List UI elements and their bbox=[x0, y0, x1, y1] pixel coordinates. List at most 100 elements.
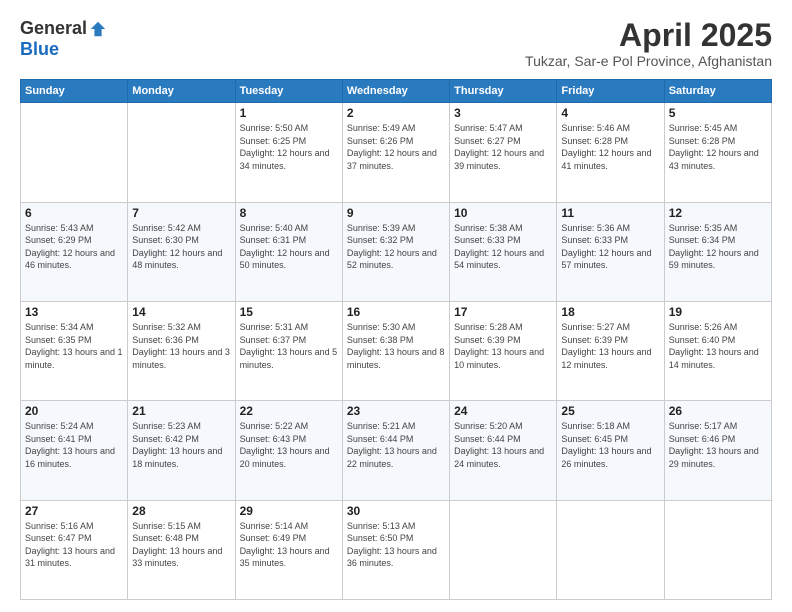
day-cell: 17 Sunrise: 5:28 AM Sunset: 6:39 PM Dayli… bbox=[450, 301, 557, 400]
day-cell: 30 Sunrise: 5:13 AM Sunset: 6:50 PM Dayli… bbox=[342, 500, 449, 599]
day-cell: 5 Sunrise: 5:45 AM Sunset: 6:28 PM Daylig… bbox=[664, 103, 771, 202]
day-cell: 10 Sunrise: 5:38 AM Sunset: 6:33 PM Dayli… bbox=[450, 202, 557, 301]
day-number: 1 bbox=[240, 106, 338, 120]
day-cell: 14 Sunrise: 5:32 AM Sunset: 6:36 PM Dayli… bbox=[128, 301, 235, 400]
day-number: 10 bbox=[454, 206, 552, 220]
day-info: Sunrise: 5:46 AM Sunset: 6:28 PM Dayligh… bbox=[561, 122, 659, 172]
day-info: Sunrise: 5:50 AM Sunset: 6:25 PM Dayligh… bbox=[240, 122, 338, 172]
day-number: 16 bbox=[347, 305, 445, 319]
day-info: Sunrise: 5:45 AM Sunset: 6:28 PM Dayligh… bbox=[669, 122, 767, 172]
day-info: Sunrise: 5:49 AM Sunset: 6:26 PM Dayligh… bbox=[347, 122, 445, 172]
day-cell: 2 Sunrise: 5:49 AM Sunset: 6:26 PM Daylig… bbox=[342, 103, 449, 202]
day-info: Sunrise: 5:38 AM Sunset: 6:33 PM Dayligh… bbox=[454, 222, 552, 272]
day-number: 26 bbox=[669, 404, 767, 418]
day-cell: 24 Sunrise: 5:20 AM Sunset: 6:44 PM Dayli… bbox=[450, 401, 557, 500]
day-number: 7 bbox=[132, 206, 230, 220]
day-cell: 25Sunrise: 5:18 AM Sunset: 6:45 PM Dayli… bbox=[557, 401, 664, 500]
day-number: 11 bbox=[561, 206, 659, 220]
day-number: 29 bbox=[240, 504, 338, 518]
day-cell bbox=[128, 103, 235, 202]
header-cell-thursday: Thursday bbox=[450, 80, 557, 103]
day-info: Sunrise: 5:27 AM Sunset: 6:39 PM Dayligh… bbox=[561, 321, 659, 371]
page: General Blue April 2025 Tukzar, Sar-e Po… bbox=[0, 0, 792, 612]
day-info: Sunrise: 5:21 AM Sunset: 6:44 PM Dayligh… bbox=[347, 420, 445, 470]
logo-icon bbox=[89, 20, 107, 38]
day-cell: 18 Sunrise: 5:27 AM Sunset: 6:39 PM Dayli… bbox=[557, 301, 664, 400]
day-number: 18 bbox=[561, 305, 659, 319]
day-info: Sunrise: 5:30 AM Sunset: 6:38 PM Dayligh… bbox=[347, 321, 445, 371]
day-info: Sunrise: 5:36 AM Sunset: 6:33 PM Dayligh… bbox=[561, 222, 659, 272]
day-info: Sunrise: 5:31 AM Sunset: 6:37 PM Dayligh… bbox=[240, 321, 338, 371]
day-number: 15 bbox=[240, 305, 338, 319]
day-cell: 27 Sunrise: 5:16 AM Sunset: 6:47 PM Dayli… bbox=[21, 500, 128, 599]
header-cell-saturday: Saturday bbox=[664, 80, 771, 103]
location-title: Tukzar, Sar-e Pol Province, Afghanistan bbox=[525, 53, 772, 69]
day-number: 3 bbox=[454, 106, 552, 120]
header-cell-friday: Friday bbox=[557, 80, 664, 103]
header-row: SundayMondayTuesdayWednesdayThursdayFrid… bbox=[21, 80, 772, 103]
day-info: Sunrise: 5:34 AM Sunset: 6:35 PM Dayligh… bbox=[25, 321, 123, 371]
day-cell: 4 Sunrise: 5:46 AM Sunset: 6:28 PM Daylig… bbox=[557, 103, 664, 202]
day-cell bbox=[21, 103, 128, 202]
logo: General Blue bbox=[20, 18, 107, 60]
day-cell: 3 Sunrise: 5:47 AM Sunset: 6:27 PM Daylig… bbox=[450, 103, 557, 202]
day-cell: 9Sunrise: 5:39 AM Sunset: 6:32 PM Daylig… bbox=[342, 202, 449, 301]
day-number: 30 bbox=[347, 504, 445, 518]
day-number: 17 bbox=[454, 305, 552, 319]
day-info: Sunrise: 5:26 AM Sunset: 6:40 PM Dayligh… bbox=[669, 321, 767, 371]
header-cell-monday: Monday bbox=[128, 80, 235, 103]
week-row-2: 6Sunrise: 5:43 AM Sunset: 6:29 PM Daylig… bbox=[21, 202, 772, 301]
day-cell: 22 Sunrise: 5:22 AM Sunset: 6:43 PM Dayli… bbox=[235, 401, 342, 500]
day-info: Sunrise: 5:16 AM Sunset: 6:47 PM Dayligh… bbox=[25, 520, 123, 570]
day-number: 24 bbox=[454, 404, 552, 418]
day-info: Sunrise: 5:40 AM Sunset: 6:31 PM Dayligh… bbox=[240, 222, 338, 272]
day-cell: 26 Sunrise: 5:17 AM Sunset: 6:46 PM Dayli… bbox=[664, 401, 771, 500]
day-info: Sunrise: 5:18 AM Sunset: 6:45 PM Dayligh… bbox=[561, 420, 659, 470]
day-cell: 7Sunrise: 5:42 AM Sunset: 6:30 PM Daylig… bbox=[128, 202, 235, 301]
day-info: Sunrise: 5:28 AM Sunset: 6:39 PM Dayligh… bbox=[454, 321, 552, 371]
day-cell: 16 Sunrise: 5:30 AM Sunset: 6:38 PM Dayli… bbox=[342, 301, 449, 400]
header-cell-wednesday: Wednesday bbox=[342, 80, 449, 103]
day-cell: 11 Sunrise: 5:36 AM Sunset: 6:33 PM Dayli… bbox=[557, 202, 664, 301]
day-cell: 23 Sunrise: 5:21 AM Sunset: 6:44 PM Dayli… bbox=[342, 401, 449, 500]
day-info: Sunrise: 5:47 AM Sunset: 6:27 PM Dayligh… bbox=[454, 122, 552, 172]
day-cell: 1 Sunrise: 5:50 AM Sunset: 6:25 PM Daylig… bbox=[235, 103, 342, 202]
day-number: 19 bbox=[669, 305, 767, 319]
logo-general-text: General bbox=[20, 18, 87, 39]
header-cell-tuesday: Tuesday bbox=[235, 80, 342, 103]
day-info: Sunrise: 5:43 AM Sunset: 6:29 PM Dayligh… bbox=[25, 222, 123, 272]
day-info: Sunrise: 5:32 AM Sunset: 6:36 PM Dayligh… bbox=[132, 321, 230, 371]
day-cell bbox=[450, 500, 557, 599]
day-number: 27 bbox=[25, 504, 123, 518]
day-info: Sunrise: 5:17 AM Sunset: 6:46 PM Dayligh… bbox=[669, 420, 767, 470]
day-info: Sunrise: 5:35 AM Sunset: 6:34 PM Dayligh… bbox=[669, 222, 767, 272]
week-row-1: 1 Sunrise: 5:50 AM Sunset: 6:25 PM Daylig… bbox=[21, 103, 772, 202]
day-info: Sunrise: 5:20 AM Sunset: 6:44 PM Dayligh… bbox=[454, 420, 552, 470]
header-cell-sunday: Sunday bbox=[21, 80, 128, 103]
month-title: April 2025 bbox=[525, 18, 772, 53]
day-info: Sunrise: 5:14 AM Sunset: 6:49 PM Dayligh… bbox=[240, 520, 338, 570]
day-number: 12 bbox=[669, 206, 767, 220]
logo-blue-text: Blue bbox=[20, 39, 59, 60]
day-cell: 21Sunrise: 5:23 AM Sunset: 6:42 PM Dayli… bbox=[128, 401, 235, 500]
day-cell bbox=[664, 500, 771, 599]
day-cell: 8 Sunrise: 5:40 AM Sunset: 6:31 PM Daylig… bbox=[235, 202, 342, 301]
day-cell: 28Sunrise: 5:15 AM Sunset: 6:48 PM Dayli… bbox=[128, 500, 235, 599]
week-row-3: 13Sunrise: 5:34 AM Sunset: 6:35 PM Dayli… bbox=[21, 301, 772, 400]
day-cell: 29 Sunrise: 5:14 AM Sunset: 6:49 PM Dayli… bbox=[235, 500, 342, 599]
day-number: 4 bbox=[561, 106, 659, 120]
day-number: 14 bbox=[132, 305, 230, 319]
day-cell: 20Sunrise: 5:24 AM Sunset: 6:41 PM Dayli… bbox=[21, 401, 128, 500]
day-number: 5 bbox=[669, 106, 767, 120]
day-info: Sunrise: 5:15 AM Sunset: 6:48 PM Dayligh… bbox=[132, 520, 230, 570]
day-number: 21 bbox=[132, 404, 230, 418]
day-cell: 12 Sunrise: 5:35 AM Sunset: 6:34 PM Dayli… bbox=[664, 202, 771, 301]
day-info: Sunrise: 5:22 AM Sunset: 6:43 PM Dayligh… bbox=[240, 420, 338, 470]
day-number: 2 bbox=[347, 106, 445, 120]
day-number: 22 bbox=[240, 404, 338, 418]
day-info: Sunrise: 5:13 AM Sunset: 6:50 PM Dayligh… bbox=[347, 520, 445, 570]
day-cell: 6Sunrise: 5:43 AM Sunset: 6:29 PM Daylig… bbox=[21, 202, 128, 301]
day-number: 8 bbox=[240, 206, 338, 220]
day-number: 23 bbox=[347, 404, 445, 418]
day-number: 20 bbox=[25, 404, 123, 418]
